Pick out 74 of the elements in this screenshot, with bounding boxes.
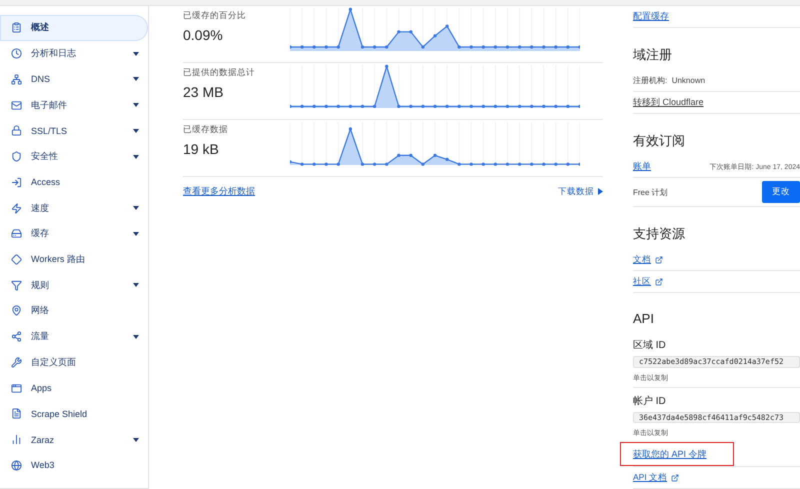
sidebar-icon [11,434,22,446]
support-link[interactable]: 文档 [633,254,663,266]
stat-value: 19 kB [183,141,220,157]
zone-id-label: 区域 ID [633,338,667,352]
account-id-label: 帐户 ID [633,394,667,408]
external-link-icon [655,278,663,286]
sidebar-item[interactable]: Scrape Shield [0,401,148,427]
sidebar-icon [11,74,22,85]
sidebar-item[interactable]: SSL/TLS [0,118,148,144]
sidebar-item[interactable]: 缓存 [0,220,148,247]
plan-name: Free 计划 [633,186,668,198]
sidebar-icon [11,460,22,471]
sidebar-icon [11,356,22,368]
sidebar-icon [11,22,22,34]
sidebar-item[interactable]: Workers 路由 [0,246,148,272]
sidebar-icon [11,254,22,265]
sidebar-icon [11,382,22,394]
caret-icon [133,52,139,56]
api-docs-link[interactable]: API 文档 [633,472,680,484]
change-button[interactable]: 更改 [762,181,800,203]
sidebar-icon [11,280,22,291]
api-token-link[interactable]: 获取您的 API 令牌 [633,448,707,460]
play-icon [598,188,603,195]
external-link-icon [671,474,680,482]
sidebar-item[interactable]: Access [0,169,148,196]
billing-link[interactable]: 账单 [633,160,651,173]
sidebar-item[interactable]: 自定义页面 [0,350,148,376]
caret-icon [133,103,139,108]
caret-icon [133,77,139,82]
sidebar-icon [11,151,22,162]
sidebar-item[interactable]: 分析和日志 [0,40,148,66]
caret-icon [133,206,139,210]
section-heading: API [633,311,655,326]
sidebar-icon [11,331,22,342]
section-heading: 支持资源 [633,225,686,243]
sidebar-item[interactable]: Web3 [0,452,148,478]
stat-label: 已缓存的百分比 [183,10,247,22]
sidebar-icon [11,202,22,214]
support-link[interactable]: 社区 [633,276,663,288]
sidebar-item[interactable]: 流量 [0,324,148,350]
sidebar-icon [11,48,22,60]
external-link-icon [655,256,663,264]
sidebar-item[interactable]: 安全性 [0,144,148,170]
caret-icon [133,154,139,159]
sidebar-item[interactable]: 速度 [0,195,148,221]
sidebar-item[interactable]: 电子邮件 [0,92,148,118]
config-cache-link[interactable]: 配置缓存 [633,10,669,23]
download-data-link[interactable]: 下载数据 [558,186,603,198]
more-analytics-link[interactable]: 查看更多分析数据 [183,185,255,198]
caret-icon [133,232,139,236]
section-heading: 有效订阅 [633,132,686,150]
sidebar-icon [11,125,22,136]
sidebar-item[interactable]: 网络 [0,298,148,324]
sidebar-item[interactable]: 规则 [0,272,148,298]
sidebar-item[interactable]: Apps [0,375,148,402]
caret-icon [133,438,139,442]
sidebar-icon [11,176,22,188]
stat-value: 23 MB [183,84,224,100]
sidebar-item[interactable]: Zaraz [0,426,148,452]
sidebar-icon [11,228,22,240]
sidebar-item[interactable]: DNS [0,66,148,92]
stat-label: 已提供的数据总计 [183,67,256,79]
caret-icon [133,128,139,133]
registrar-text: 注册机构: Unknown [633,75,706,86]
section-heading: 域注册 [633,46,673,64]
caret-icon [133,283,139,288]
sidebar-icon [11,305,22,316]
stat-value: 0.09% [183,27,224,43]
caret-icon [133,334,139,339]
stat-label: 已缓存数据 [183,124,229,136]
sidebar-icon [11,100,22,111]
sidebar-icon [11,408,22,420]
sidebar-item[interactable]: 概述 [0,15,148,41]
transfer-link[interactable]: 转移到 Cloudflare [633,96,704,109]
